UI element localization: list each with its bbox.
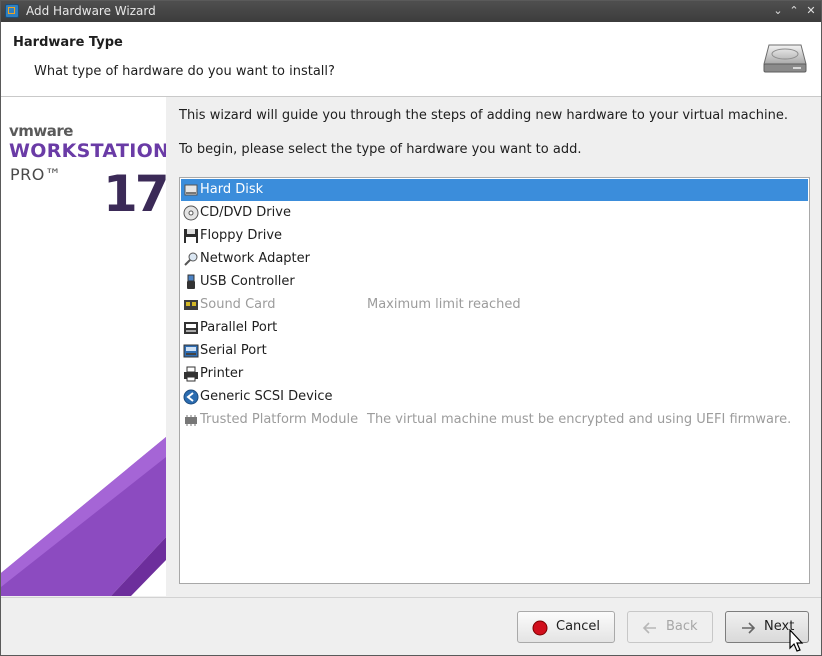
back-arrow-icon bbox=[642, 622, 656, 634]
list-item-hard-disk[interactable]: Hard Disk bbox=[181, 179, 808, 201]
wizard-footer: Cancel Back Next bbox=[1, 597, 821, 655]
item-note: The virtual machine must be encrypted an… bbox=[367, 412, 792, 427]
sound-card-icon bbox=[184, 300, 198, 310]
minimize-button[interactable]: ⌄ bbox=[771, 4, 785, 18]
list-item-network-adapter[interactable]: Network Adapter bbox=[181, 248, 808, 270]
maximize-button[interactable]: ⌃ bbox=[787, 4, 801, 18]
list-item-sound-card: Sound Card Maximum limit reached bbox=[181, 294, 808, 316]
item-label: Sound Card bbox=[200, 297, 276, 312]
wizard-header: Hardware Type What type of hardware do y… bbox=[1, 22, 821, 97]
item-label: USB Controller bbox=[200, 274, 295, 289]
list-item-usb-controller[interactable]: USB Controller bbox=[181, 271, 808, 293]
network-adapter-icon bbox=[184, 252, 198, 266]
vmware-app-icon bbox=[5, 4, 19, 18]
hard-disk-icon bbox=[184, 184, 198, 196]
list-item-printer[interactable]: Printer bbox=[181, 363, 808, 385]
intro-text: This wizard will guide you through the s… bbox=[179, 108, 789, 123]
close-button[interactable]: ✕ bbox=[804, 4, 818, 18]
item-label: Parallel Port bbox=[200, 320, 278, 335]
title-bar[interactable]: Add Hardware Wizard ⌄ ⌃ ✕ bbox=[1, 1, 821, 22]
page-title: Hardware Type bbox=[13, 35, 123, 50]
cancel-label: Cancel bbox=[556, 619, 601, 634]
item-label: Floppy Drive bbox=[200, 228, 283, 243]
item-label: Trusted Platform Module bbox=[200, 412, 359, 427]
item-label: CD/DVD Drive bbox=[200, 205, 291, 220]
list-item-generic-scsi-device[interactable]: Generic SCSI Device bbox=[181, 386, 808, 408]
add-hardware-wizard-window: Add Hardware Wizard ⌄ ⌃ ✕ Hardware Type … bbox=[0, 0, 822, 656]
printer-icon bbox=[184, 366, 198, 382]
cancel-button[interactable]: Cancel bbox=[517, 611, 615, 643]
branding-sidebar: vmware WORKSTATION PRO™ 17 bbox=[1, 97, 166, 596]
wizard-content: This wizard will guide you through the s… bbox=[167, 97, 821, 596]
list-item-trusted-platform-module: Trusted Platform Module The virtual mach… bbox=[181, 409, 808, 431]
stop-icon bbox=[532, 620, 548, 636]
item-label: Printer bbox=[200, 366, 244, 381]
tpm-icon bbox=[185, 415, 197, 426]
brand-stripes-graphic bbox=[1, 437, 166, 596]
scsi-icon bbox=[183, 389, 199, 405]
item-label: Network Adapter bbox=[200, 251, 310, 266]
prompt-text: To begin, please select the type of hard… bbox=[179, 142, 582, 157]
back-button[interactable]: Back bbox=[627, 611, 713, 643]
list-item-cd-dvd-drive[interactable]: CD/DVD Drive bbox=[181, 202, 808, 224]
parallel-port-icon bbox=[184, 322, 198, 334]
cd-dvd-icon bbox=[183, 205, 199, 221]
mouse-pointer-icon bbox=[789, 629, 804, 652]
back-label: Back bbox=[666, 619, 698, 634]
item-label: Generic SCSI Device bbox=[200, 389, 333, 404]
list-item-serial-port[interactable]: Serial Port bbox=[181, 340, 808, 362]
item-label: Hard Disk bbox=[200, 182, 264, 197]
hardware-type-list[interactable]: Hard Disk CD/DVD Drive Floppy Drive Netw… bbox=[179, 177, 810, 584]
list-item-floppy-drive[interactable]: Floppy Drive bbox=[181, 225, 808, 247]
list-item-parallel-port[interactable]: Parallel Port bbox=[181, 317, 808, 339]
usb-icon bbox=[187, 274, 195, 289]
window-title: Add Hardware Wizard bbox=[26, 4, 156, 18]
next-arrow-icon bbox=[742, 622, 756, 634]
floppy-icon bbox=[184, 229, 198, 243]
item-note: Maximum limit reached bbox=[367, 297, 521, 312]
hard-disk-icon bbox=[763, 44, 807, 73]
serial-port-icon bbox=[183, 344, 199, 358]
item-label: Serial Port bbox=[200, 343, 267, 358]
page-subtitle: What type of hardware do you want to ins… bbox=[34, 64, 335, 79]
